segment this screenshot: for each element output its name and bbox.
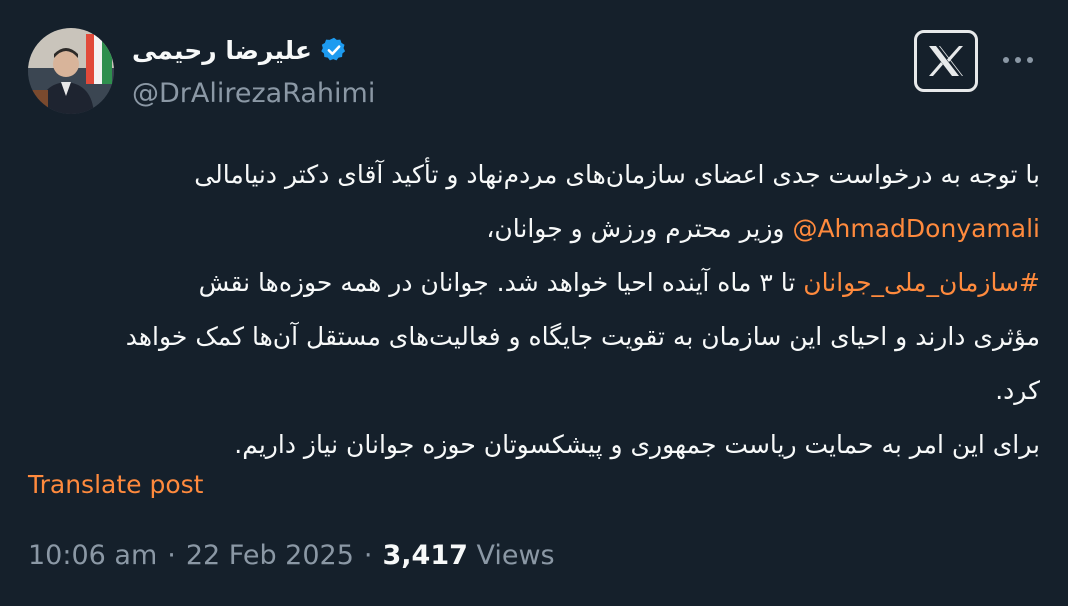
hashtag-link[interactable]: #سازمان_ملی_جوانان <box>803 268 1040 297</box>
tweet-text: با توجه به درخواست جدی اعضای سازمان‌های … <box>28 148 1040 472</box>
tweet-line: @AhmadDonyamali وزیر محترم ورزش و جوانان… <box>28 202 1040 256</box>
more-dots-icon <box>1003 57 1033 63</box>
tweet-line: برای این امر به حمایت ریاست جمهوری و پیش… <box>234 430 1040 459</box>
tweet-line-text: تا ۳ ماه آینده احیا خواهد شد. جوانان در … <box>198 268 804 297</box>
tweet-line: مؤثری دارند و احیای این سازمان به تقویت … <box>125 322 1040 351</box>
meta-separator: · <box>363 540 373 571</box>
tweet-line: کرد. <box>995 376 1040 405</box>
avatar-photo <box>28 28 114 114</box>
meta-separator: · <box>167 540 176 571</box>
tweet-line: با توجه به درخواست جدی اعضای سازمان‌های … <box>194 160 1040 189</box>
views-count: 3,417 <box>382 540 468 571</box>
tweet-line-text: وزیر محترم ورزش و جوانان، <box>486 214 793 243</box>
mention-link[interactable]: @AhmadDonyamali <box>792 214 1040 243</box>
views-label: Views <box>476 540 555 571</box>
tweet-date[interactable]: 22 Feb 2025 <box>186 540 354 571</box>
translate-post-link[interactable]: Translate post <box>28 470 203 499</box>
verified-badge-icon[interactable] <box>320 36 348 64</box>
avatar[interactable] <box>28 28 114 114</box>
display-name[interactable]: علیرضا رحیمی <box>132 36 312 65</box>
user-name-row: علیرضا رحیمی <box>132 30 348 70</box>
tweet-meta: 10:06 am · 22 Feb 2025 · 3,417 Views <box>28 540 555 571</box>
tweet-time[interactable]: 10:06 am <box>28 540 157 571</box>
x-logo-icon[interactable] <box>914 30 978 92</box>
tweet-line: #سازمان_ملی_جوانان تا ۳ ماه آینده احیا خ… <box>28 256 1040 310</box>
user-handle[interactable]: @DrAlirezaRahimi <box>132 78 375 109</box>
more-options-button[interactable] <box>996 42 1040 78</box>
